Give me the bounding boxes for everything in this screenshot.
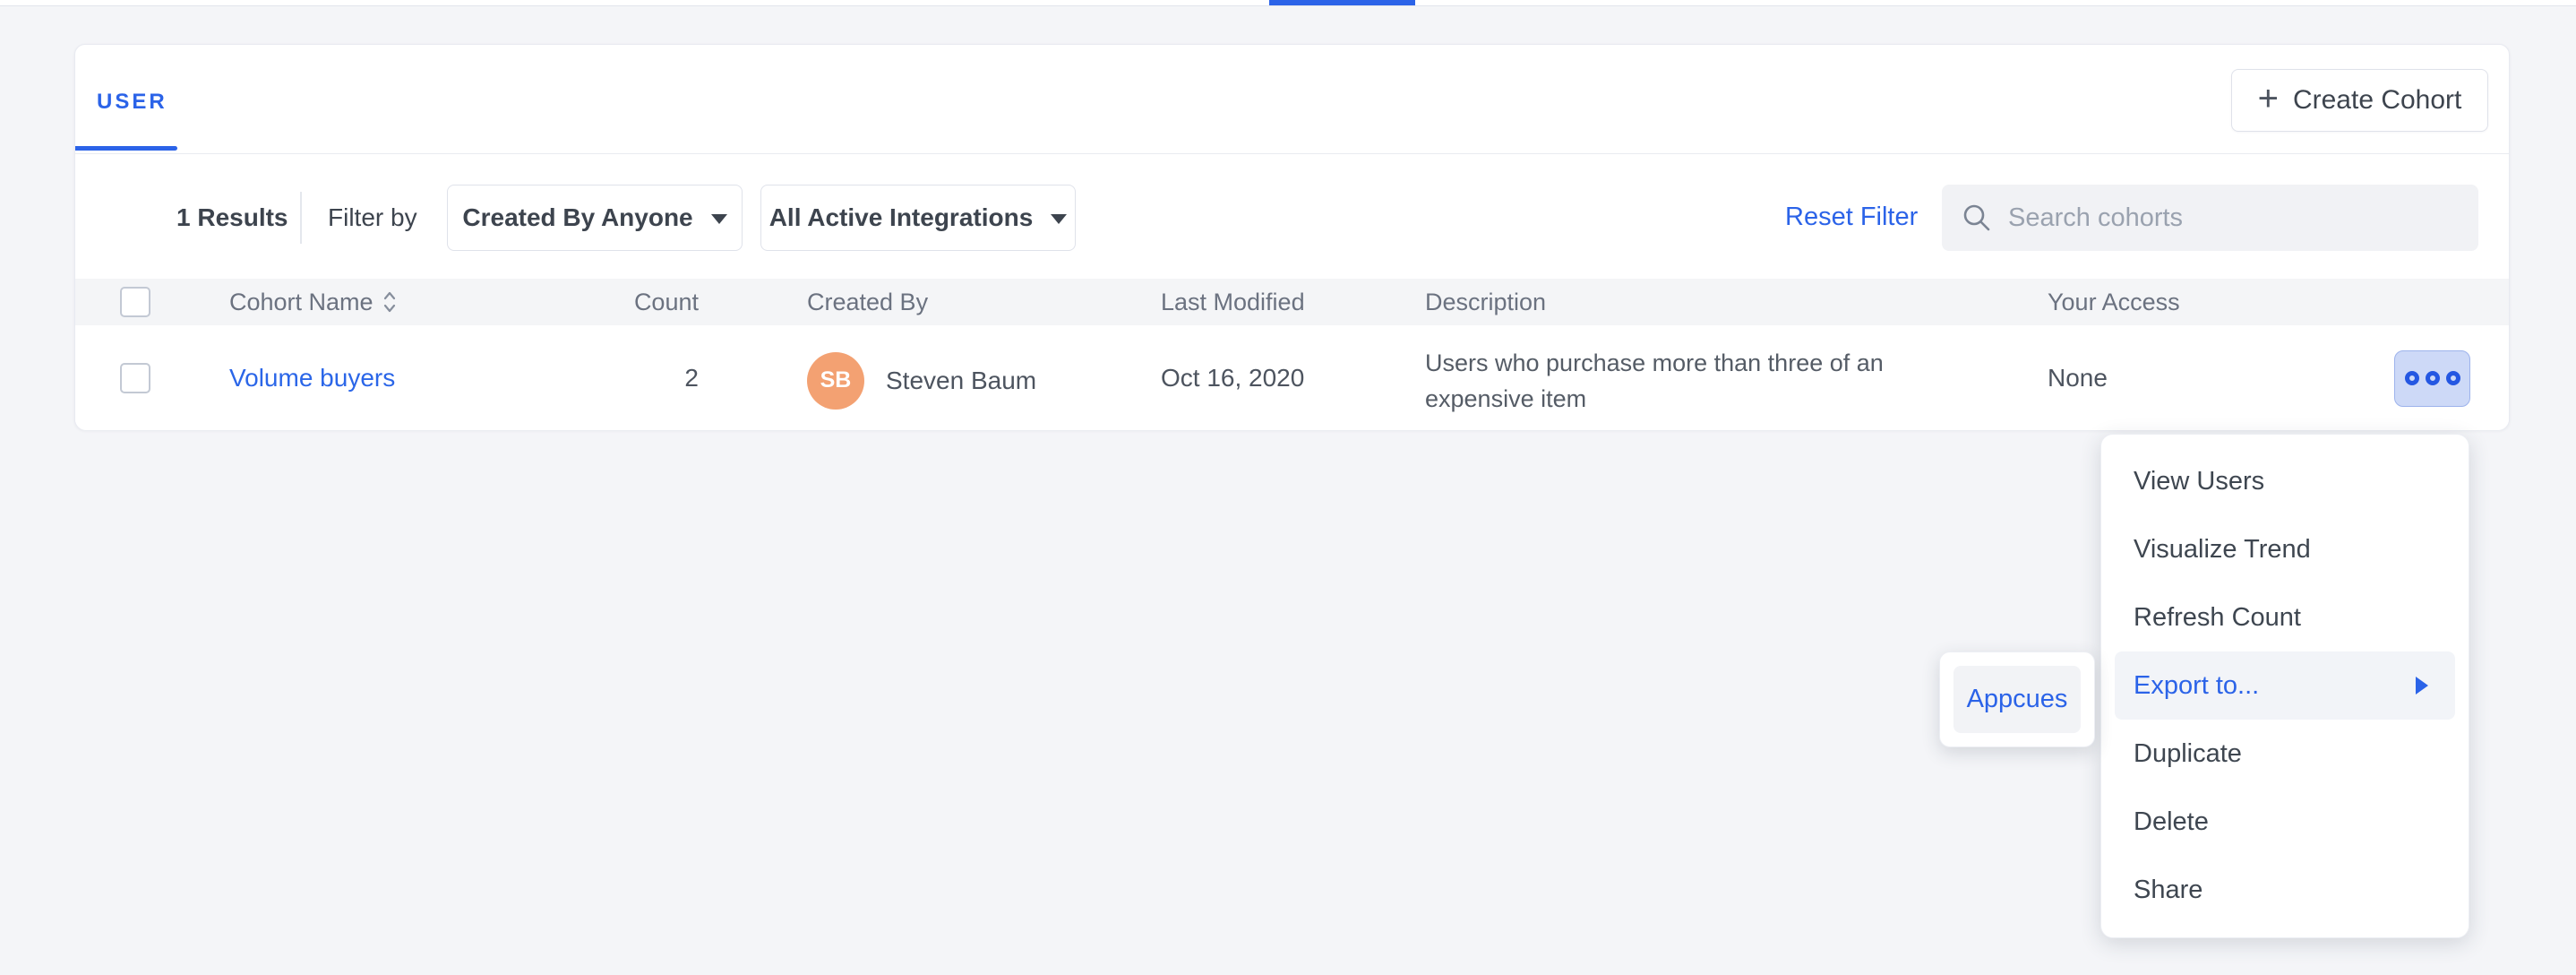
column-header-description: Description xyxy=(1425,289,1940,316)
menu-item-duplicate[interactable]: Duplicate xyxy=(2101,720,2469,788)
avatar: SB xyxy=(807,352,864,410)
filter-bar: 1 Results Filter by Created By Anyone Al… xyxy=(75,154,2509,280)
tab-user[interactable]: USER xyxy=(97,90,167,115)
ellipsis-icon xyxy=(2426,371,2440,385)
menu-item-visualize-trend[interactable]: Visualize Trend xyxy=(2101,515,2469,583)
cohort-description: Users who purchase more than three of an… xyxy=(1425,345,1940,417)
cohort-count: 2 xyxy=(541,364,699,393)
menu-item-share[interactable]: Share xyxy=(2101,856,2469,924)
column-header-last-modified: Last Modified xyxy=(1161,289,1305,316)
table-row: Volume buyers 2 SB Steven Baum Oct 16, 2… xyxy=(75,325,2509,430)
ellipsis-icon xyxy=(2446,371,2460,385)
integrations-dropdown[interactable]: All Active Integrations xyxy=(760,185,1076,251)
filter-by-label: Filter by xyxy=(328,154,417,280)
row-checkbox[interactable] xyxy=(120,363,150,393)
cohort-name-link[interactable]: Volume buyers xyxy=(229,364,395,392)
search-cohorts-input[interactable] xyxy=(2008,203,2459,233)
table-header-row: Cohort Name Count Created By Last Modifi… xyxy=(75,279,2509,325)
ellipsis-icon xyxy=(2405,371,2419,385)
created-by-dropdown-value: Created By Anyone xyxy=(462,203,692,232)
search-cohorts-box[interactable] xyxy=(1942,185,2478,251)
menu-item-export-to[interactable]: Export to... xyxy=(2115,651,2455,720)
export-submenu: Appcues xyxy=(1939,651,2095,747)
top-active-tab-indicator xyxy=(1269,0,1415,5)
column-header-count: Count xyxy=(541,289,699,316)
created-by-dropdown[interactable]: Created By Anyone xyxy=(447,185,743,251)
sort-updown-icon xyxy=(382,290,397,314)
column-header-your-access: Your Access xyxy=(2048,289,2180,316)
search-icon xyxy=(1962,203,1992,233)
plus-icon: + xyxy=(2258,81,2279,116)
create-cohort-label: Create Cohort xyxy=(2293,85,2461,116)
row-more-actions-button[interactable] xyxy=(2394,350,2470,407)
tab-user-active-underline xyxy=(75,146,177,151)
results-count: 1 Results xyxy=(176,154,288,280)
menu-item-delete[interactable]: Delete xyxy=(2101,788,2469,856)
created-by-name: Steven Baum xyxy=(886,367,1036,395)
reset-filter-link[interactable]: Reset Filter xyxy=(1785,154,1918,280)
cohorts-panel: USER + Create Cohort 1 Results Filter by… xyxy=(74,44,2510,430)
integrations-dropdown-value: All Active Integrations xyxy=(769,203,1034,232)
row-actions-context-menu: View Users Visualize Trend Refresh Count… xyxy=(2100,434,2469,938)
last-modified-date: Oct 16, 2020 xyxy=(1161,364,1304,393)
submenu-item-appcues[interactable]: Appcues xyxy=(1953,666,2081,733)
create-cohort-button[interactable]: + Create Cohort xyxy=(2231,69,2488,132)
column-header-cohort-name[interactable]: Cohort Name xyxy=(229,289,397,316)
filter-divider xyxy=(300,192,302,244)
caret-down-icon xyxy=(711,214,727,224)
triangle-right-icon xyxy=(2416,677,2428,695)
menu-item-view-users[interactable]: View Users xyxy=(2101,447,2469,515)
column-header-created-by: Created By xyxy=(807,289,928,316)
top-app-strip xyxy=(0,0,2576,6)
select-all-checkbox[interactable] xyxy=(120,287,150,317)
menu-item-refresh-count[interactable]: Refresh Count xyxy=(2101,583,2469,651)
caret-down-icon xyxy=(1051,214,1067,224)
your-access-value: None xyxy=(2048,364,2108,393)
